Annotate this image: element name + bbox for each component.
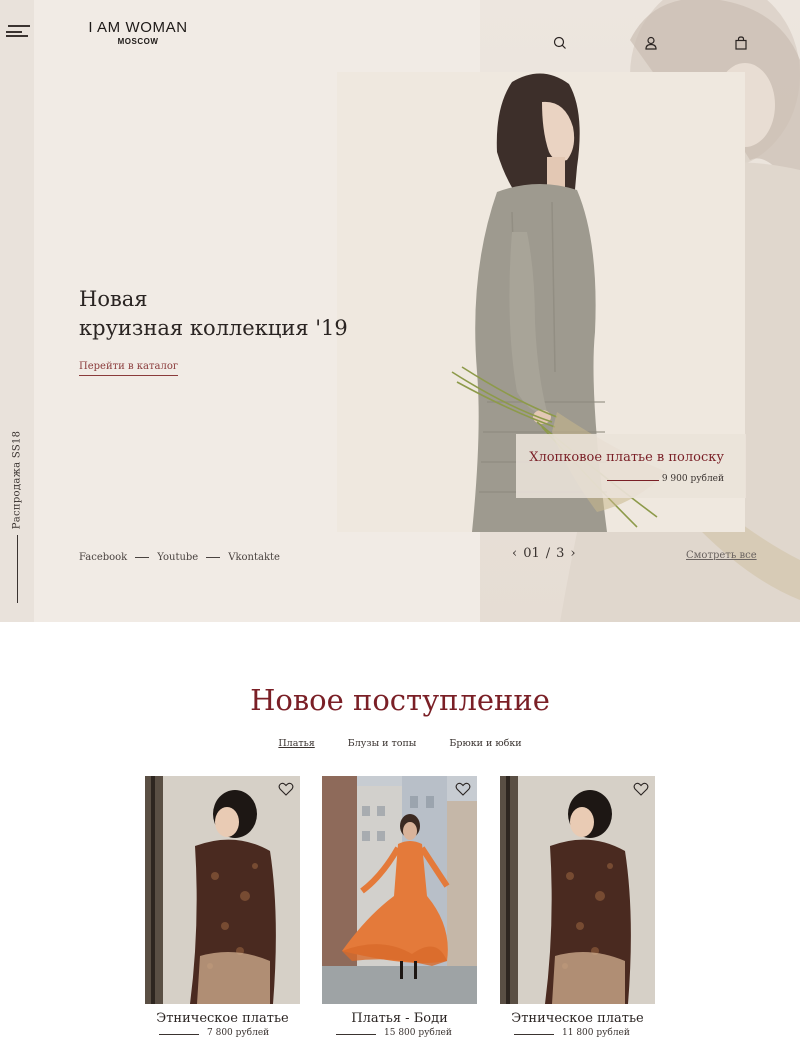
bag-icon[interactable] <box>733 35 749 51</box>
featured-product-name: Хлопковое платье в полоску <box>529 450 724 465</box>
featured-product-price: 9 900 рублей <box>661 474 724 484</box>
vkontakte-link[interactable]: Vkontakte <box>228 552 280 563</box>
pager-separator: / <box>545 546 551 561</box>
product-image[interactable] <box>500 776 655 1004</box>
prev-slide-icon[interactable]: ‹ <box>512 546 517 561</box>
total-slides: 3 <box>556 546 565 561</box>
hero-title-line-1: Новая <box>79 287 148 311</box>
menu-icon[interactable] <box>6 25 30 37</box>
product-meta: 15 800 рублей <box>322 1028 477 1042</box>
price-divider <box>514 1034 554 1035</box>
heart-icon[interactable] <box>455 782 471 796</box>
current-slide: 01 <box>523 546 540 561</box>
product-price: 15 800 рублей <box>384 1028 452 1038</box>
catalog-link[interactable]: Перейти в каталог <box>79 361 179 376</box>
new-arrivals-title: Новое поступление <box>250 683 550 717</box>
hero-title: Новая круизная коллекция '19 <box>79 285 348 343</box>
see-all-link[interactable]: Смотреть все <box>686 550 757 561</box>
social-divider <box>206 557 221 558</box>
facebook-link[interactable]: Facebook <box>79 552 127 563</box>
featured-product-divider <box>607 480 659 481</box>
youtube-link[interactable]: Youtube <box>157 552 198 563</box>
product-meta: 7 800 рублей <box>145 1028 300 1042</box>
vertical-divider <box>17 535 18 603</box>
product-card[interactable]: Этническое платье 7 800 рублей <box>145 776 300 1042</box>
product-meta: 11 800 рублей <box>500 1028 655 1042</box>
next-slide-icon[interactable]: › <box>570 546 575 561</box>
price-divider <box>336 1034 376 1035</box>
product-card[interactable]: Платья - Боди 15 800 рублей <box>322 776 477 1042</box>
tab-pants-skirts[interactable]: Брюки и юбки <box>449 738 521 749</box>
product-name[interactable]: Этническое платье <box>145 1011 300 1026</box>
logo-city: MOSCOW <box>117 37 159 46</box>
featured-product-card[interactable]: Хлопковое платье в полоску 9 900 рублей <box>516 434 746 498</box>
user-icon[interactable] <box>643 35 659 51</box>
tab-dresses[interactable]: Платья <box>278 738 314 749</box>
product-name[interactable]: Этническое платье <box>500 1011 655 1026</box>
category-tabs: Платья Блузы и топы Брюки и юбки <box>0 738 800 749</box>
hero-title-line-2: круизная коллекция '19 <box>79 316 348 340</box>
left-strip: Распродажа SS18 <box>0 0 34 622</box>
heart-icon[interactable] <box>633 782 649 796</box>
product-image[interactable] <box>145 776 300 1004</box>
slider-pager: ‹ 01 / 3 › <box>512 546 576 561</box>
product-name[interactable]: Платья - Боди <box>322 1011 477 1026</box>
social-links: Facebook Youtube Vkontakte <box>79 552 280 563</box>
product-price: 11 800 рублей <box>562 1028 630 1038</box>
product-price: 7 800 рублей <box>207 1028 270 1038</box>
price-divider <box>159 1034 199 1035</box>
heart-icon[interactable] <box>278 782 294 796</box>
tab-blouses[interactable]: Блузы и топы <box>348 738 417 749</box>
product-card[interactable]: Этническое платье 11 800 рублей <box>500 776 655 1042</box>
product-grid: Этническое платье 7 800 рублей Платья - … <box>145 776 657 1053</box>
sale-vertical-link[interactable]: Распродажа SS18 <box>12 431 23 530</box>
product-image[interactable] <box>322 776 477 1004</box>
search-icon[interactable] <box>552 35 568 51</box>
hero-section: Распродажа SS18 I AM WOMAN MOSCOW Новая … <box>0 0 800 622</box>
logo-text: I AM WOMAN <box>88 19 188 36</box>
brand-logo[interactable]: I AM WOMAN MOSCOW <box>84 19 192 46</box>
social-divider <box>135 557 150 558</box>
